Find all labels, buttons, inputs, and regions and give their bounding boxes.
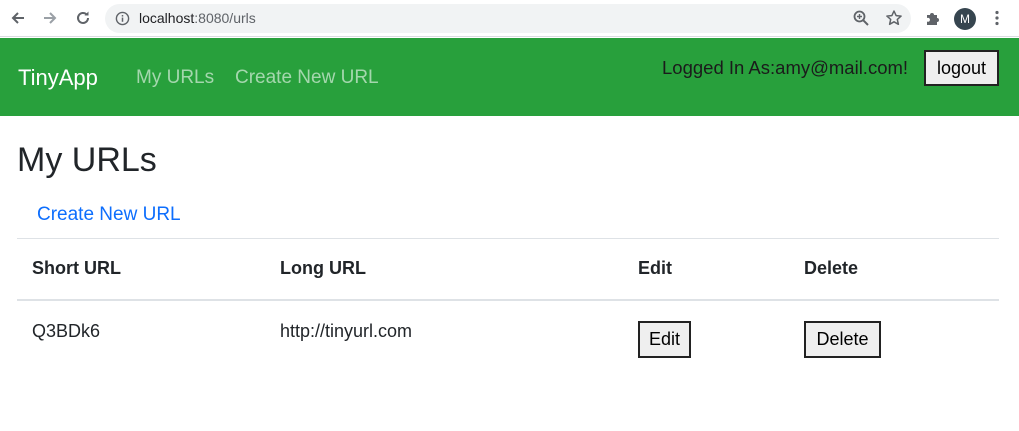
back-button[interactable] [6, 6, 30, 30]
header-short-url: Short URL [17, 238, 280, 301]
url-host: localhost [139, 10, 195, 26]
nav-my-urls[interactable]: My URLs [136, 66, 214, 89]
table-header-row: Short URL Long URL Edit Delete [17, 238, 999, 301]
browser-toolbar: localhost:8080/urls M [0, 0, 1019, 37]
short-url-cell: Q3BDk6 [32, 320, 101, 341]
reload-button[interactable] [71, 6, 95, 30]
zoom-icon[interactable] [852, 9, 870, 27]
reload-icon [77, 11, 89, 24]
url-path: :8080/urls [194, 10, 256, 26]
logout-button[interactable]: logout [924, 50, 999, 86]
urls-table: Short URL Long URL Edit Delete Q3BDk6 ht… [17, 238, 999, 362]
logged-in-status: Logged In As:amy@mail.com! [662, 57, 909, 78]
arrow-left-icon [11, 12, 24, 24]
page-title: My URLs [17, 141, 157, 179]
long-url-cell: http://tinyurl.com [280, 320, 413, 341]
create-new-url-link[interactable]: Create New URL [37, 203, 181, 226]
app-navbar: TinyApp My URLs Create New URL Logged In… [0, 38, 1019, 116]
header-delete: Delete [804, 238, 999, 301]
header-edit: Edit [638, 238, 804, 301]
forward-button[interactable] [38, 6, 62, 30]
url-text[interactable]: localhost:8080/urls [139, 10, 256, 27]
address-bar[interactable]: localhost:8080/urls [105, 4, 911, 33]
nav-create-new-url[interactable]: Create New URL [235, 66, 379, 89]
profile-avatar[interactable]: M [954, 8, 976, 30]
table-row: Q3BDk6 http://tinyurl.com Edit Delete [17, 300, 999, 362]
info-icon[interactable] [115, 11, 130, 26]
kebab-menu-icon[interactable] [988, 9, 1006, 27]
delete-button[interactable]: Delete [804, 320, 881, 358]
header-long-url: Long URL [280, 238, 638, 301]
brand-link[interactable]: TinyApp [18, 65, 98, 91]
star-icon[interactable] [885, 9, 903, 27]
arrow-right-icon [44, 12, 57, 24]
puzzle-icon[interactable] [924, 9, 942, 27]
edit-button[interactable]: Edit [638, 320, 691, 358]
